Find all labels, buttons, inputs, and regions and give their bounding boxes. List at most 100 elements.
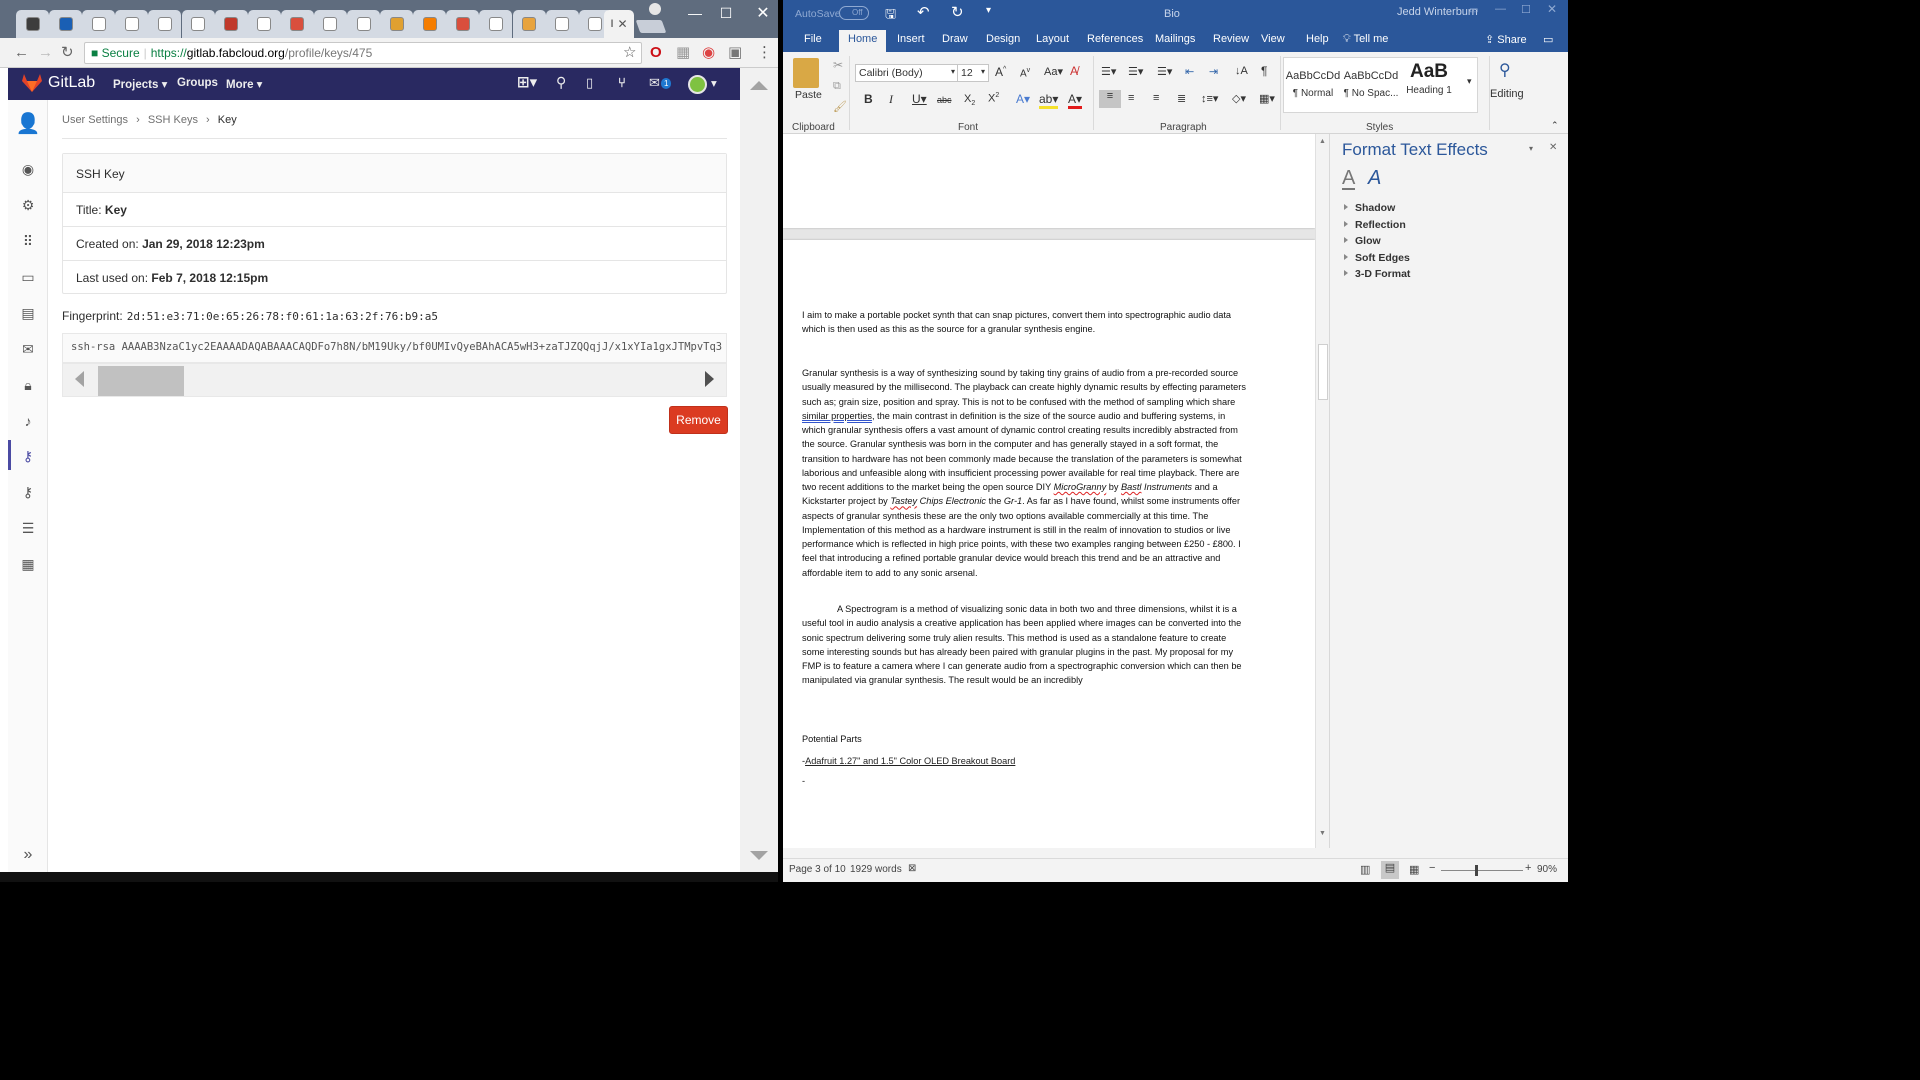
doc-scroll-thumb[interactable] [1318,344,1328,400]
tell-me-search[interactable]: 💡︎ Tell me [1343,33,1388,46]
browser-tab[interactable] [280,10,314,38]
zoom-slider-thumb[interactable] [1475,865,1478,876]
extension-icon[interactable]: ▦ [676,45,690,61]
browser-tab[interactable] [49,10,83,38]
numbering-icon[interactable]: ☰▾ [1128,65,1143,78]
align-left-icon[interactable]: ≡ [1099,90,1121,108]
chat-icon[interactable]: ▭ [19,268,37,286]
shading-icon[interactable]: ◇▾ [1232,92,1246,105]
tab-draw[interactable]: Draw [942,33,968,45]
profile-icon[interactable]: ◉ [19,160,37,178]
browser-tab[interactable] [380,10,414,38]
preferences-icon[interactable]: ☰ [19,519,37,537]
share-button[interactable]: ⇪ Share [1485,33,1527,46]
browser-tab[interactable] [16,10,49,38]
find-icon[interactable]: ⚲ [1499,60,1511,80]
align-center-icon[interactable]: ≡ [1128,92,1134,104]
bookmark-star-icon[interactable]: ☆ [623,45,636,61]
browser-tab[interactable] [347,10,380,38]
scroll-up-icon[interactable] [750,81,768,90]
profile-icon[interactable] [649,3,661,15]
new-item-icon[interactable]: ⊞▾ [517,73,537,91]
zoom-out-icon[interactable]: − [1429,862,1435,874]
public-key-text[interactable]: ssh-rsa AAAAB3NzaC1yc2EAAAADAQABAAACAQDF… [62,333,727,363]
tab-layout[interactable]: Layout [1036,33,1069,45]
pane-item-shadow[interactable]: Shadow [1344,202,1395,214]
heading-potential-parts[interactable]: Potential Parts [802,732,1246,746]
font-size-select[interactable]: 12 ▾ [957,64,989,82]
text-effects-tab-icon[interactable]: A [1368,168,1381,188]
text-effects-icon[interactable]: A▾ [1016,92,1030,106]
browser-tab[interactable] [214,10,248,38]
menu-icon[interactable]: ⋮ [757,45,772,61]
notifications-bell-icon[interactable]: ♪ [19,412,37,430]
justify-icon[interactable]: ≣ [1177,92,1186,105]
avatar-dropdown-icon[interactable]: ▾ [711,76,717,90]
parts-list-item-1[interactable]: -Adafruit 1.27" and 1.5" Color OLED Brea… [802,754,1246,768]
style-heading-1[interactable]: AaB Heading 1 [1401,60,1457,110]
zoom-in-icon[interactable]: + [1525,862,1531,874]
doc-scroll-down-icon[interactable]: ▼ [1319,830,1326,837]
font-name-select[interactable]: Calibri (Body) ▾ [855,64,959,82]
back-icon[interactable]: ← [14,45,29,61]
pane-item-soft-edges[interactable]: Soft Edges [1344,252,1410,264]
access-tokens-icon[interactable]: ▤ [19,304,37,322]
todos-icon[interactable]: ✉ [649,75,660,91]
close-tab-icon[interactable]: ✕ [618,17,628,31]
account-icon[interactable]: ⚙ [19,196,37,214]
ribbon-display-icon[interactable]: ▭ [1469,5,1478,16]
applications-icon[interactable]: ⠿ [19,232,37,250]
search-icon[interactable]: ⚲ [556,74,566,91]
scroll-thumb[interactable] [98,366,184,396]
proofing-icon[interactable]: ⊠ [908,863,916,874]
page-count[interactable]: Page 3 of 10 [789,864,846,875]
minimize-button[interactable]: — [680,5,710,21]
styles-more-icon[interactable]: ▾ [1467,76,1472,87]
pane-item-3d-format[interactable]: 3-D Format [1344,268,1410,280]
strikethrough-icon[interactable]: abc [937,95,952,105]
new-tab-button[interactable] [635,20,667,33]
address-bar[interactable]: ■ Secure | https://gitlab.fabcloud.org/pro… [84,42,642,64]
emails-icon[interactable]: ✉ [19,340,37,358]
multilevel-list-icon[interactable]: ☰▾ [1157,65,1172,78]
reload-icon[interactable]: ↻ [61,45,74,61]
tab-file[interactable]: File [804,33,822,45]
browser-tab[interactable] [181,10,215,38]
style-normal[interactable]: AaBbCcDd ¶ Normal [1285,60,1341,110]
zoom-slider[interactable] [1441,870,1523,871]
decrease-indent-icon[interactable]: ⇤ [1185,65,1194,78]
tab-mailings[interactable]: Mailings [1155,33,1195,45]
page-current[interactable]: I aim to make a portable pocket synth th… [783,240,1315,848]
format-painter-icon[interactable]: 🖌︎ [833,100,847,113]
password-lock-icon[interactable]: 🔒︎ [19,376,37,394]
paragraph-intro[interactable]: I aim to make a portable pocket synth th… [802,308,1246,337]
print-layout-icon[interactable]: ▤ [1381,861,1399,879]
tab-review[interactable]: Review [1213,33,1249,45]
tab-help[interactable]: Help [1306,33,1329,45]
authentication-log-icon[interactable]: ▦ [19,555,37,573]
scroll-down-icon[interactable] [750,851,768,860]
undo-icon[interactable]: ↶ [917,3,930,21]
scroll-right-icon[interactable] [705,371,714,387]
word-maximize-button[interactable]: ☐ [1521,3,1531,16]
sort-icon[interactable]: ↓A [1235,65,1248,77]
underline-icon[interactable]: U▾ [912,92,927,106]
avatar[interactable] [688,75,707,94]
word-minimize-button[interactable]: — [1495,3,1506,15]
breadcrumb-user-settings[interactable]: User Settings [62,114,128,126]
paragraph-granular[interactable]: Granular synthesis is a way of synthesiz… [802,366,1246,580]
italic-icon[interactable]: I [889,92,893,107]
word-close-button[interactable]: ✕ [1547,2,1557,16]
comments-icon[interactable]: ▭ [1543,33,1553,46]
browser-tab[interactable] [413,10,447,38]
maximize-button[interactable]: ☐ [711,5,741,21]
show-marks-icon[interactable]: ¶ [1261,64,1267,78]
cut-icon[interactable]: ✂ [833,58,843,72]
gpg-keys-icon[interactable]: ⚷ [19,483,37,501]
part-link[interactable]: Adafruit 1.27" and 1.5" Color OLED Break… [805,756,1015,766]
redo-icon[interactable]: ↻ [951,3,964,21]
change-case-icon[interactable]: Aa▾ [1044,65,1063,78]
parts-list-item-2[interactable]: - [802,774,1246,788]
collapse-ribbon-icon[interactable]: ⌃ [1551,120,1559,131]
tab-references[interactable]: References [1087,33,1143,45]
